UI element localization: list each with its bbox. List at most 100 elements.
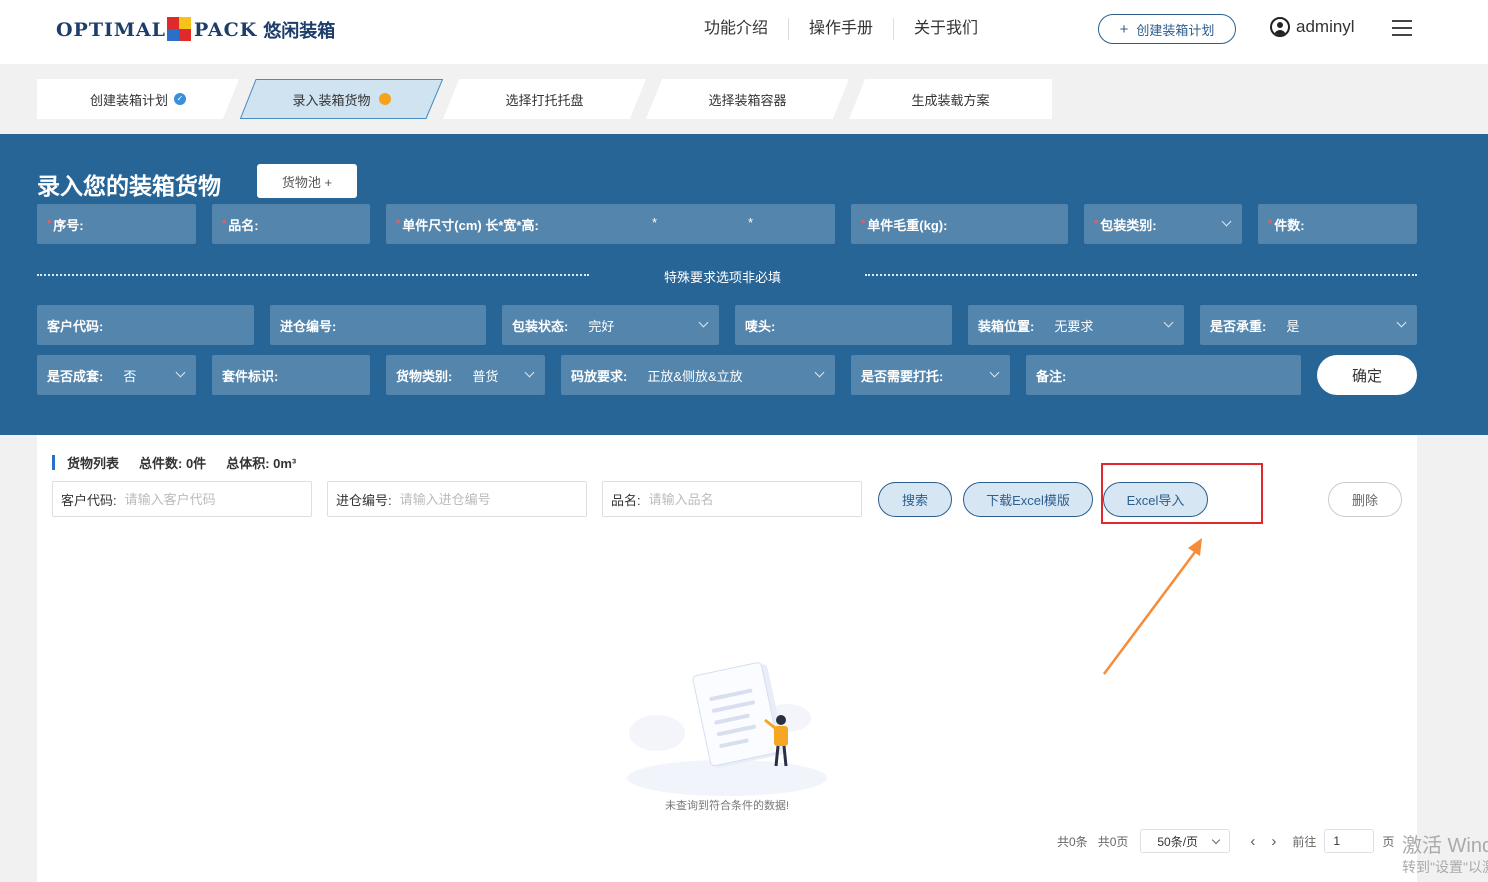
chevron-down-icon xyxy=(175,367,186,378)
field-value: 正放&侧放&立放 xyxy=(647,368,743,384)
customer-code-input[interactable] xyxy=(124,491,285,507)
nav-about[interactable]: 关于我们 xyxy=(894,18,998,40)
user-menu[interactable]: adminyl xyxy=(1270,17,1355,37)
package-status-select[interactable]: 包装状态: 完好 xyxy=(502,305,719,345)
download-template-button[interactable]: 下载Excel模版 xyxy=(963,482,1093,517)
user-avatar-icon xyxy=(1270,17,1290,37)
mark-field[interactable]: 唛头: xyxy=(735,305,952,345)
search-label: 品名: xyxy=(611,492,641,508)
remark-field[interactable]: 备注: xyxy=(1026,355,1301,395)
field-label: 品名: xyxy=(228,217,259,233)
page-unit-label: 页 xyxy=(1382,834,1395,849)
field-label: 备注: xyxy=(1036,368,1067,384)
confirm-button[interactable]: 确定 xyxy=(1317,355,1417,395)
total-count: 总件数: 0件 xyxy=(139,456,207,471)
step-label: 生成装载方案 xyxy=(911,92,990,108)
pager-total-pages: 共0页 xyxy=(1097,834,1129,849)
stack-select[interactable]: 码放要求: 正放&侧放&立放 xyxy=(561,355,835,395)
menu-list-icon[interactable] xyxy=(1392,20,1412,36)
field-label: 单件尺寸(cm) 长*宽*高: xyxy=(402,217,539,233)
package-type-select[interactable]: * 包装类别: xyxy=(1084,204,1242,244)
chevron-down-icon xyxy=(698,317,709,328)
create-plan-button[interactable]: + 创建装箱计划 xyxy=(1098,14,1236,44)
chevron-down-icon xyxy=(1163,317,1174,328)
pallet-select[interactable]: 是否需要打托: xyxy=(851,355,1010,395)
empty-state-illustration xyxy=(627,662,827,796)
cargo-pool-button[interactable]: 货物池 + xyxy=(257,164,357,198)
logo-blocks-icon xyxy=(167,17,193,43)
step-label: 选择装箱容器 xyxy=(708,92,787,108)
delete-button[interactable]: 删除 xyxy=(1328,482,1402,517)
step-generate-plan[interactable]: 生成装载方案 xyxy=(849,79,1052,119)
plus-icon: + xyxy=(1119,20,1129,38)
set-mark-field[interactable]: 套件标识: xyxy=(212,355,370,395)
step-create-plan[interactable]: 创建装箱计划 ✓ xyxy=(37,79,239,119)
size-separator: * xyxy=(748,215,754,230)
step-enter-cargo[interactable]: 录入装箱货物 xyxy=(240,79,443,119)
field-label: 是否需要打托: xyxy=(861,368,944,384)
name-input[interactable] xyxy=(648,491,809,507)
weight-field[interactable]: * 单件毛重(kg): xyxy=(851,204,1068,244)
customer-code-search: 客户代码: xyxy=(52,481,312,517)
page-input[interactable]: 1 xyxy=(1324,829,1375,853)
optional-divider-text: 特殊要求选项非必填 xyxy=(664,270,782,285)
search-label: 客户代码: xyxy=(61,492,117,508)
logo[interactable]: OPTIMAL PACK 悠闲装箱 xyxy=(56,14,335,46)
field-label: 客户代码: xyxy=(47,318,104,334)
goto-label: 前往 xyxy=(1292,834,1317,849)
next-page-icon[interactable]: › xyxy=(1271,833,1276,850)
name-field[interactable]: * 品名: xyxy=(212,204,370,244)
empty-state-text: 未查询到符合条件的数据! xyxy=(664,800,790,812)
field-label: 货物类别: xyxy=(396,368,453,384)
windows-activation-watermark: 激活 Windows 转到"设置"以激活 Windows。 xyxy=(1402,834,1488,876)
top-bar: OPTIMAL PACK 悠闲装箱 功能介绍 操作手册 关于我们 + 创建装箱计… xyxy=(0,0,1488,64)
field-label: 件数: xyxy=(1274,217,1305,233)
required-mark: * xyxy=(396,218,401,230)
chevron-down-icon xyxy=(1396,317,1407,328)
field-label: 单件毛重(kg): xyxy=(867,217,948,233)
required-mark: * xyxy=(861,218,866,230)
field-label: 唛头: xyxy=(745,318,776,334)
warehouse-no-input[interactable] xyxy=(399,491,560,507)
step-label: 创建装箱计划 xyxy=(89,92,168,108)
pagination: 共0条 共0页 50条/页 ‹ › 前往 1 页 xyxy=(1057,829,1394,853)
nav-manual[interactable]: 操作手册 xyxy=(789,18,895,40)
bearing-select[interactable]: 是否承重: 是 xyxy=(1200,305,1417,345)
page-size-select[interactable]: 50条/页 xyxy=(1140,829,1231,853)
logo-text-right: PACK xyxy=(194,19,258,41)
watermark-line2: 转到"设置"以激活 Windows。 xyxy=(1402,859,1488,875)
title-bar-decoration xyxy=(52,455,55,470)
highlight-box xyxy=(1101,463,1263,524)
quantity-field[interactable]: * 件数: xyxy=(1258,204,1417,244)
prev-page-icon[interactable]: ‹ xyxy=(1250,833,1255,850)
search-label: 进仓编号: xyxy=(336,492,392,508)
chevron-down-icon xyxy=(524,367,535,378)
current-dot-icon xyxy=(378,93,391,105)
customer-code-field[interactable]: 客户代码: xyxy=(37,305,254,345)
cargo-type-select[interactable]: 货物类别: 普货 xyxy=(386,355,545,395)
position-select[interactable]: 装箱位置: 无要求 xyxy=(968,305,1184,345)
step-select-pallet[interactable]: 选择打托托盘 xyxy=(443,79,646,119)
field-label: 包装类别: xyxy=(1100,217,1157,233)
field-value: 完好 xyxy=(588,318,615,334)
optional-divider: 特殊要求选项非必填 xyxy=(37,265,1417,285)
search-button[interactable]: 搜索 xyxy=(878,482,952,517)
step-label: 录入装箱货物 xyxy=(292,92,371,108)
logo-text-left: OPTIMAL xyxy=(56,19,166,41)
cargo-list-section: 货物列表 总件数: 0件 总体积: 0m³ 客户代码: 进仓编号: 品名: 搜索… xyxy=(37,435,1417,882)
field-label: 进仓编号: xyxy=(280,318,337,334)
chevron-down-icon xyxy=(1221,216,1232,227)
size-field[interactable]: * 单件尺寸(cm) 长*宽*高: * * xyxy=(386,204,835,244)
check-icon: ✓ xyxy=(174,93,186,105)
nav-features[interactable]: 功能介绍 xyxy=(684,18,790,40)
serial-field[interactable]: * 序号: xyxy=(37,204,196,244)
logo-cn: 悠闲装箱 xyxy=(263,21,336,41)
required-mark: * xyxy=(1268,218,1273,230)
total-volume: 总体积: 0m³ xyxy=(226,456,297,471)
set-select[interactable]: 是否成套: 否 xyxy=(37,355,196,395)
field-label: 套件标识: xyxy=(222,368,279,384)
warehouse-no-field[interactable]: 进仓编号: xyxy=(270,305,486,345)
watermark-line1: 激活 Windows xyxy=(1402,835,1488,857)
size-separator: * xyxy=(652,215,658,230)
step-select-container[interactable]: 选择装箱容器 xyxy=(646,79,849,119)
